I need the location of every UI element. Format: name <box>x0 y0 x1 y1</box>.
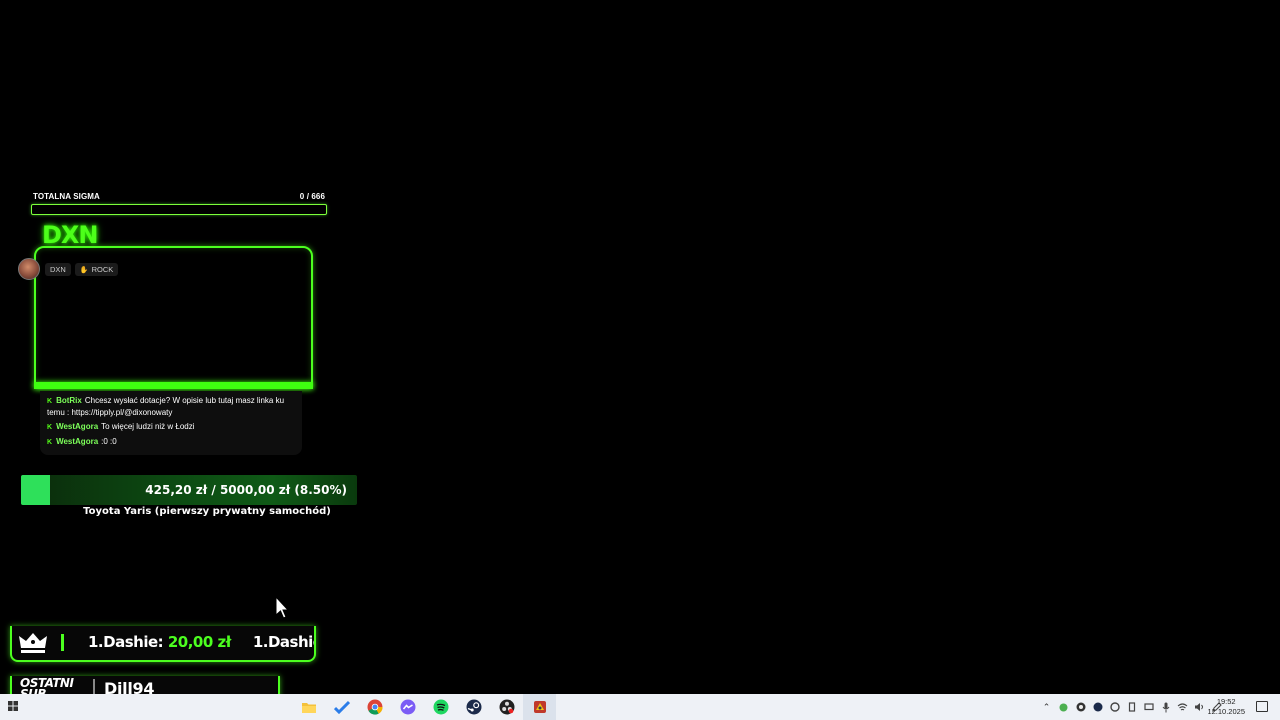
volume-icon[interactable] <box>1194 702 1205 713</box>
chat-message: K BotRix Chcesz wysłać dotacje? W opisie l… <box>47 395 295 418</box>
usb-icon[interactable] <box>1126 702 1137 713</box>
top-donor-entry: 1.Dashie: 20,00 zł <box>88 633 231 651</box>
top-donor-entry-repeat: 1.Dashie: 20,00 zł <box>252 633 314 651</box>
hand-icon: ✋ <box>79 266 89 274</box>
microphone-icon[interactable] <box>1160 702 1171 713</box>
sigma-goal-count: 0 / 666 <box>300 192 325 201</box>
steam-tray-icon[interactable] <box>1092 702 1103 713</box>
taskbar-clock[interactable]: 19:52 12.10.2025 <box>1207 697 1245 717</box>
monitor-icon[interactable] <box>1143 702 1154 713</box>
webcam-tags: DXN ✋ ROCK <box>45 263 119 276</box>
game-icon[interactable] <box>523 694 556 720</box>
wifi-icon[interactable] <box>1177 702 1188 713</box>
kick-badge-icon: K <box>47 439 53 446</box>
start-icon[interactable] <box>8 701 18 711</box>
file-explorer-icon[interactable] <box>292 694 325 720</box>
chat-box: K BotRix Chcesz wysłać dotacje? W opisie l… <box>40 391 302 455</box>
taskbar-apps <box>292 694 556 720</box>
chrome-icon[interactable] <box>358 694 391 720</box>
top-donors-widget: 1.Dashie: 20,00 zł1.Dashie: 20,00 zł <box>10 626 316 662</box>
chat-text: :0 :0 <box>101 437 117 446</box>
chevron-up-icon[interactable]: ⌃ <box>1041 702 1052 713</box>
crown-icon <box>19 633 47 653</box>
sigma-goal-bar <box>31 204 327 215</box>
top-donor-name: 1.Dashie: <box>88 633 168 651</box>
sigma-goal-header: TOTALNA SIGMA 0 / 666 <box>31 192 327 201</box>
notification-icon[interactable] <box>1256 701 1268 712</box>
clock-date: 12.10.2025 <box>1207 707 1245 716</box>
chat-message: K WestAgora:0 :0 <box>47 436 295 448</box>
steam-icon[interactable] <box>457 694 490 720</box>
chat-username: WestAgora <box>56 437 99 446</box>
tray-app-icon[interactable] <box>1109 702 1120 713</box>
donation-goal-bar: 425,20 zł / 5000,00 zł (8.50%) <box>21 475 357 505</box>
chat-message: K WestAgora To więcej ludzi niż w Łodzi <box>47 421 295 433</box>
todo-check-icon[interactable] <box>325 694 358 720</box>
chat-text: To więcej ludzi niż w Łodzi <box>101 422 195 431</box>
taskbar: ⌃ 19:52 12.10.2025 <box>0 694 1280 720</box>
donation-goal-fill <box>21 475 50 505</box>
app-tray-icon[interactable] <box>1075 702 1086 713</box>
sigma-goal-target: 666 <box>311 192 325 201</box>
webcam-frame-bottom-bar <box>34 382 313 389</box>
clock-time: 19:52 <box>1216 697 1236 706</box>
chat-username: BotRix <box>56 396 82 405</box>
mouse-cursor-icon <box>275 596 289 619</box>
avatar <box>18 258 40 280</box>
tag-rock-label: ROCK <box>91 265 114 274</box>
channel-logo: DXN <box>42 221 99 249</box>
system-tray: ⌃ <box>1041 694 1222 720</box>
sigma-goal-widget: TOTALNA SIGMA 0 / 666 <box>31 192 327 215</box>
donation-goal-amount: 425,20 zł / 5000,00 zł (8.50%) <box>145 483 347 497</box>
status-dot-icon[interactable] <box>1058 702 1069 713</box>
sigma-goal-title: TOTALNA SIGMA <box>33 192 100 201</box>
spotify-icon[interactable] <box>424 694 457 720</box>
donation-goal-label: Toyota Yaris (pierwszy prywatny samochód… <box>83 506 331 517</box>
kick-badge-icon: K <box>47 424 53 431</box>
obs-icon[interactable] <box>490 694 523 720</box>
messenger-icon[interactable] <box>391 694 424 720</box>
tag-dxn-label: DXN <box>50 265 66 274</box>
kick-badge-icon: K <box>47 398 53 405</box>
top-donors-divider <box>61 634 64 651</box>
sigma-goal-current: 0 <box>299 192 305 201</box>
chat-username: WestAgora <box>56 422 99 431</box>
sigma-goal-separator: / <box>306 192 310 201</box>
top-donor-amount: 20,00 zł <box>167 633 231 651</box>
tag-rock: ✋ ROCK <box>74 263 119 276</box>
tag-dxn: DXN <box>45 263 71 276</box>
top-donors-ticker: 1.Dashie: 20,00 zł1.Dashie: 20,00 zł <box>88 633 314 651</box>
chat-text: Chcesz wysłać dotacje? W opisie lub tuta… <box>47 396 285 417</box>
